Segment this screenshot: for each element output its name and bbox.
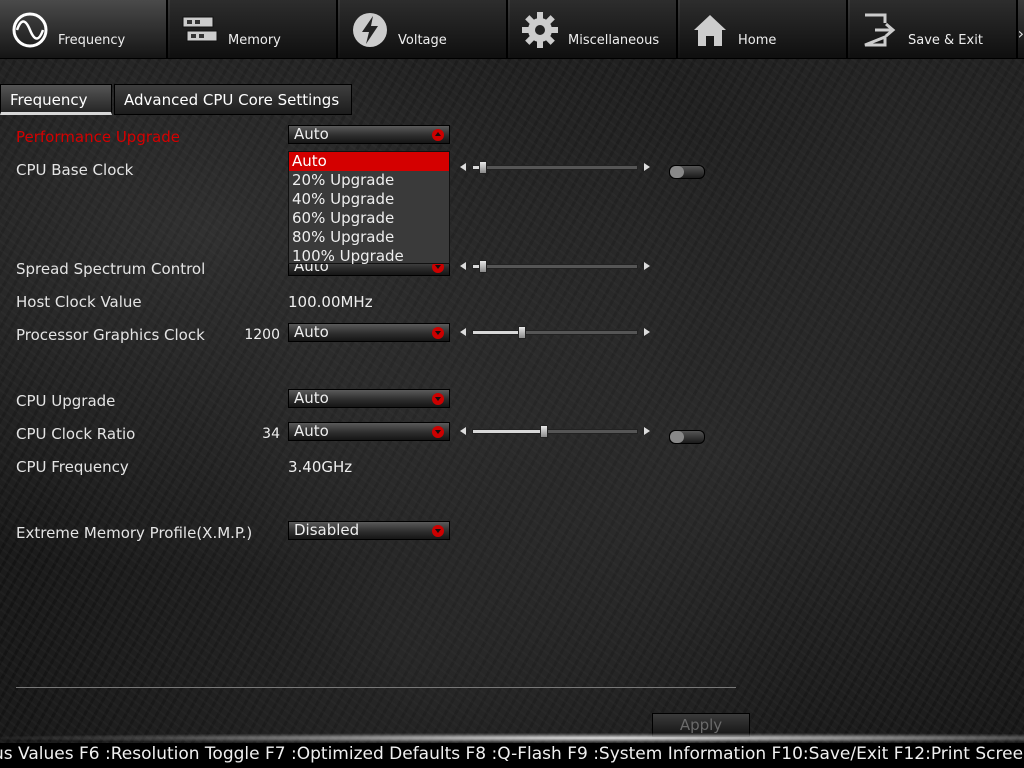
chevron-up-icon <box>432 129 444 141</box>
subtab-advanced-cpu-core-settings[interactable]: Advanced CPU Core Settings <box>114 84 352 115</box>
nav-tab-home[interactable]: Home <box>680 0 848 58</box>
dropdown-value: Disabled <box>294 521 360 539</box>
arrow-left-icon[interactable] <box>460 328 466 336</box>
option-80-upgrade[interactable]: 80% Upgrade <box>289 228 449 247</box>
processor-graphics-clock-dropdown[interactable]: Auto <box>288 323 450 342</box>
slider-track <box>472 425 638 438</box>
cpu-clock-ratio-slider[interactable] <box>460 424 650 438</box>
dropdown-value: Auto <box>294 323 329 341</box>
cpu-base-clock-label: CPU Base Clock <box>16 161 134 179</box>
slider-track <box>472 326 638 339</box>
extreme-memory-profile-label: Extreme Memory Profile(X.M.P.) <box>16 524 253 542</box>
performance-upgrade-options-list: Auto 20% Upgrade 40% Upgrade 60% Upgrade… <box>288 151 450 266</box>
nav-tab-voltage[interactable]: Voltage <box>340 0 508 58</box>
slider-fill <box>473 430 544 433</box>
nav-tab-label: Save & Exit <box>908 33 983 48</box>
toggle-knob <box>670 431 684 443</box>
slider-thumb[interactable] <box>539 425 548 438</box>
exit-icon <box>860 10 900 50</box>
divider <box>16 687 736 688</box>
arrow-right-icon[interactable] <box>644 262 650 270</box>
toggle-knob <box>670 166 684 178</box>
cpu-clock-ratio-label: CPU Clock Ratio <box>16 425 136 443</box>
dropdown-value: Auto <box>294 125 329 143</box>
cpu-clock-ratio-dropdown[interactable]: Auto <box>288 422 450 441</box>
arrow-left-icon[interactable] <box>460 262 466 270</box>
nav-tab-label: Memory <box>228 33 281 48</box>
option-20-upgrade[interactable]: 20% Upgrade <box>289 171 449 190</box>
nav-tab-memory[interactable]: Memory <box>170 0 338 58</box>
glow-divider <box>0 733 1024 743</box>
top-navigation: Frequency Memory Voltage Miscellaneous H… <box>0 0 1024 59</box>
status-bar: us Values F6 :Resolution Toggle F7 :Opti… <box>0 743 1024 768</box>
chevron-down-icon <box>432 327 444 339</box>
slider-thumb[interactable] <box>478 260 487 273</box>
nav-tab-miscellaneous[interactable]: Miscellaneous <box>510 0 678 58</box>
cpu-frequency-label: CPU Frequency <box>16 458 129 476</box>
frequency-icon <box>10 10 50 50</box>
slider-thumb[interactable] <box>518 326 527 339</box>
option-40-upgrade[interactable]: 40% Upgrade <box>289 190 449 209</box>
arrow-left-icon[interactable] <box>460 427 466 435</box>
processor-graphics-clock-slider[interactable] <box>460 325 650 339</box>
subtab-frequency[interactable]: Frequency <box>0 84 112 115</box>
option-100-upgrade[interactable]: 100% Upgrade <box>289 247 449 266</box>
option-60-upgrade[interactable]: 60% Upgrade <box>289 209 449 228</box>
nav-tab-label: Frequency <box>58 33 126 48</box>
spread-spectrum-control-label: Spread Spectrum Control <box>16 260 206 278</box>
gear-icon <box>520 10 560 50</box>
cpu-upgrade-dropdown[interactable]: Auto <box>288 389 450 408</box>
home-icon <box>690 10 730 50</box>
dropdown-value: Auto <box>294 422 329 440</box>
voltage-icon <box>350 10 390 50</box>
slider-fill <box>473 331 523 334</box>
cpu-frequency-value: 3.40GHz <box>288 458 353 476</box>
memory-icon <box>180 10 220 50</box>
chevron-down-icon <box>432 525 444 537</box>
slider-track <box>472 260 638 273</box>
host-clock-value-label: Host Clock Value <box>16 293 142 311</box>
cpu-clock-ratio-toggle[interactable] <box>669 430 705 444</box>
nav-scroll-right-icon[interactable]: › <box>1018 24 1024 43</box>
cpu-base-clock-slider[interactable] <box>460 160 650 174</box>
slider-track <box>472 161 638 174</box>
processor-graphics-clock-label: Processor Graphics Clock <box>16 326 205 344</box>
arrow-right-icon[interactable] <box>644 427 650 435</box>
chevron-down-icon <box>432 393 444 405</box>
processor-graphics-clock-number: 1200 <box>244 327 280 343</box>
hotkey-help-text: us Values F6 :Resolution Toggle F7 :Opti… <box>0 744 1024 764</box>
nav-tab-save-exit[interactable]: Save & Exit <box>850 0 1018 58</box>
chevron-down-icon <box>432 426 444 438</box>
arrow-left-icon[interactable] <box>460 163 466 171</box>
nav-tab-label: Miscellaneous <box>568 33 660 48</box>
performance-upgrade-dropdown[interactable]: Auto <box>288 125 450 144</box>
dropdown-value: Auto <box>294 389 329 407</box>
performance-upgrade-label: Performance Upgrade <box>16 128 180 146</box>
arrow-right-icon[interactable] <box>644 163 650 171</box>
slider-thumb[interactable] <box>478 161 487 174</box>
nav-tab-label: Home <box>738 33 777 48</box>
cpu-upgrade-label: CPU Upgrade <box>16 392 116 410</box>
nav-tab-frequency[interactable]: Frequency <box>0 0 168 58</box>
host-clock-value: 100.00MHz <box>288 293 373 311</box>
cpu-clock-ratio-number: 34 <box>262 426 280 442</box>
arrow-right-icon[interactable] <box>644 328 650 336</box>
option-auto[interactable]: Auto <box>289 152 449 171</box>
spread-spectrum-slider[interactable] <box>460 259 650 273</box>
nav-tab-label: Voltage <box>398 33 447 48</box>
xmp-dropdown[interactable]: Disabled <box>288 521 450 540</box>
sub-tabs: Frequency Advanced CPU Core Settings <box>0 84 352 116</box>
cpu-base-clock-toggle[interactable] <box>669 165 705 179</box>
